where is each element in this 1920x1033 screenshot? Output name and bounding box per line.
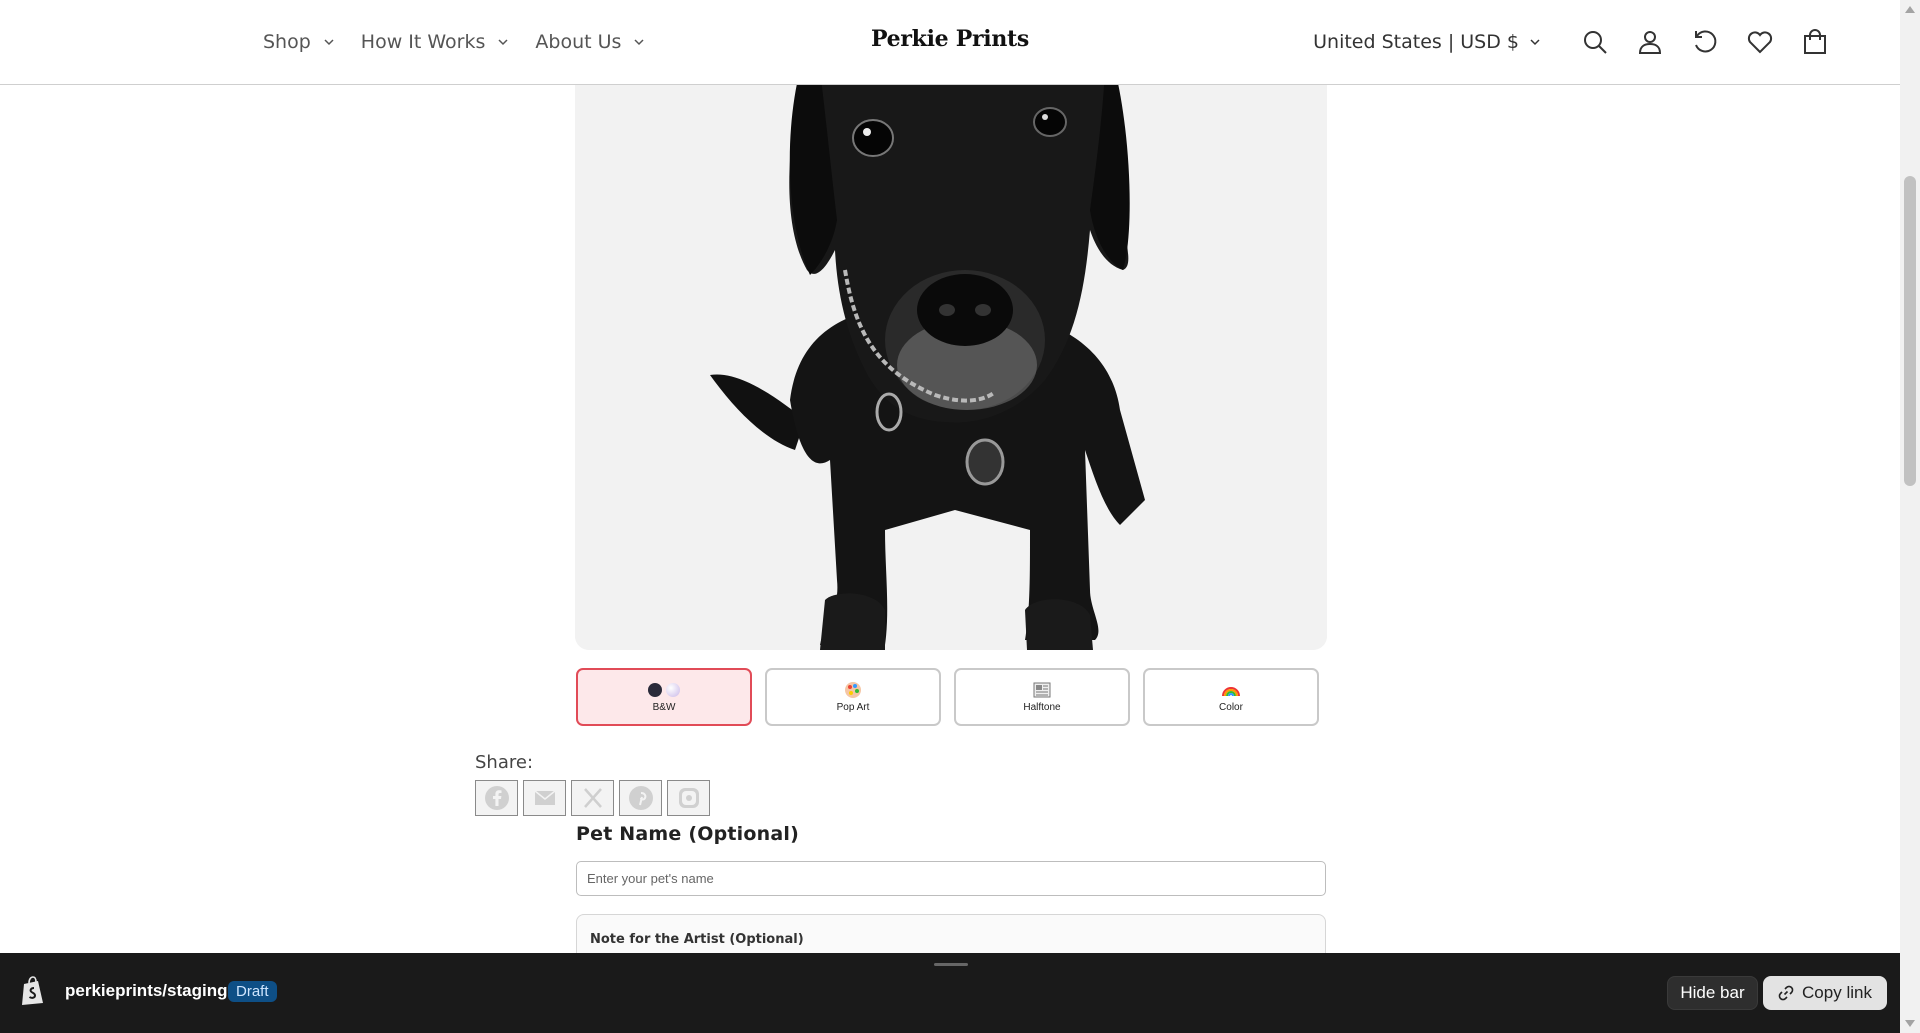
- share-label: Share:: [475, 752, 534, 773]
- status-badge: Draft: [228, 981, 277, 1002]
- scrollbar-thumb[interactable]: [1904, 176, 1916, 486]
- site-header: Shop How It Works About Us Perkie Prints…: [0, 0, 1900, 85]
- chevron-down-icon: [324, 39, 334, 46]
- drag-handle[interactable]: [934, 963, 968, 966]
- newspaper-icon: [1033, 681, 1051, 699]
- pet-name-label: Pet Name (Optional): [576, 823, 799, 845]
- nav-about-us-label: About Us: [535, 31, 622, 53]
- nav-how-it-works[interactable]: How It Works: [361, 31, 510, 53]
- chevron-down-icon: [1530, 39, 1540, 46]
- product-image: [575, 70, 1327, 650]
- account-icon[interactable]: [1622, 15, 1677, 70]
- style-option-color[interactable]: Color: [1143, 668, 1319, 726]
- rainbow-icon: [1221, 681, 1241, 699]
- history-icon[interactable]: [1677, 15, 1732, 70]
- main-nav: Shop How It Works About Us: [263, 0, 645, 84]
- nav-about-us[interactable]: About Us: [535, 31, 645, 53]
- chevron-down-icon: [634, 39, 644, 46]
- nav-shop[interactable]: Shop: [263, 31, 335, 53]
- share-buttons: [475, 780, 710, 816]
- nav-how-it-works-label: How It Works: [360, 31, 486, 53]
- nav-shop-label: Shop: [263, 31, 311, 53]
- scroll-up-arrow-icon[interactable]: [1905, 6, 1915, 13]
- palette-icon: [844, 681, 862, 699]
- style-option-label: B&W: [652, 702, 676, 713]
- style-option-halftone[interactable]: Halftone: [954, 668, 1130, 726]
- search-icon[interactable]: [1567, 15, 1622, 70]
- pet-name-input[interactable]: [576, 861, 1326, 896]
- pinterest-icon[interactable]: [619, 780, 662, 816]
- style-option-bw[interactable]: B&W: [576, 668, 752, 726]
- style-option-label: Pop Art: [836, 702, 870, 713]
- email-icon[interactable]: [523, 780, 566, 816]
- dog-photo: [575, 70, 1327, 650]
- scroll-down-arrow-icon[interactable]: [1905, 1020, 1915, 1027]
- style-options: B&W Pop Art Halftone Color: [576, 668, 1319, 726]
- style-option-label: Halftone: [1023, 702, 1061, 713]
- style-option-pop-art[interactable]: Pop Art: [765, 668, 941, 726]
- link-icon: [1778, 985, 1794, 1001]
- header-actions: United States | USD $: [1313, 0, 1842, 84]
- x-icon[interactable]: [571, 780, 614, 816]
- chevron-down-icon: [498, 39, 508, 46]
- currency-label: United States | USD $: [1313, 31, 1519, 53]
- instagram-icon[interactable]: [667, 780, 710, 816]
- bw-icon: [648, 681, 680, 699]
- store-name: perkieprints/staging: [65, 981, 228, 1000]
- hide-bar-button[interactable]: Hide bar: [1667, 976, 1758, 1010]
- wishlist-icon[interactable]: [1732, 15, 1787, 70]
- copy-link-button[interactable]: Copy link: [1763, 976, 1887, 1010]
- facebook-icon[interactable]: [475, 780, 518, 816]
- artist-note-label: Note for the Artist (Optional): [590, 932, 804, 947]
- style-option-label: Color: [1219, 702, 1243, 713]
- shopify-icon: [22, 976, 43, 1005]
- cart-icon[interactable]: [1787, 15, 1842, 70]
- currency-selector[interactable]: United States | USD $: [1313, 31, 1541, 53]
- copy-link-label: Copy link: [1802, 983, 1872, 1002]
- page-scrollbar[interactable]: [1900, 0, 1920, 1033]
- preview-bar: perkieprints/staging Draft Hide bar Copy…: [0, 953, 1900, 1033]
